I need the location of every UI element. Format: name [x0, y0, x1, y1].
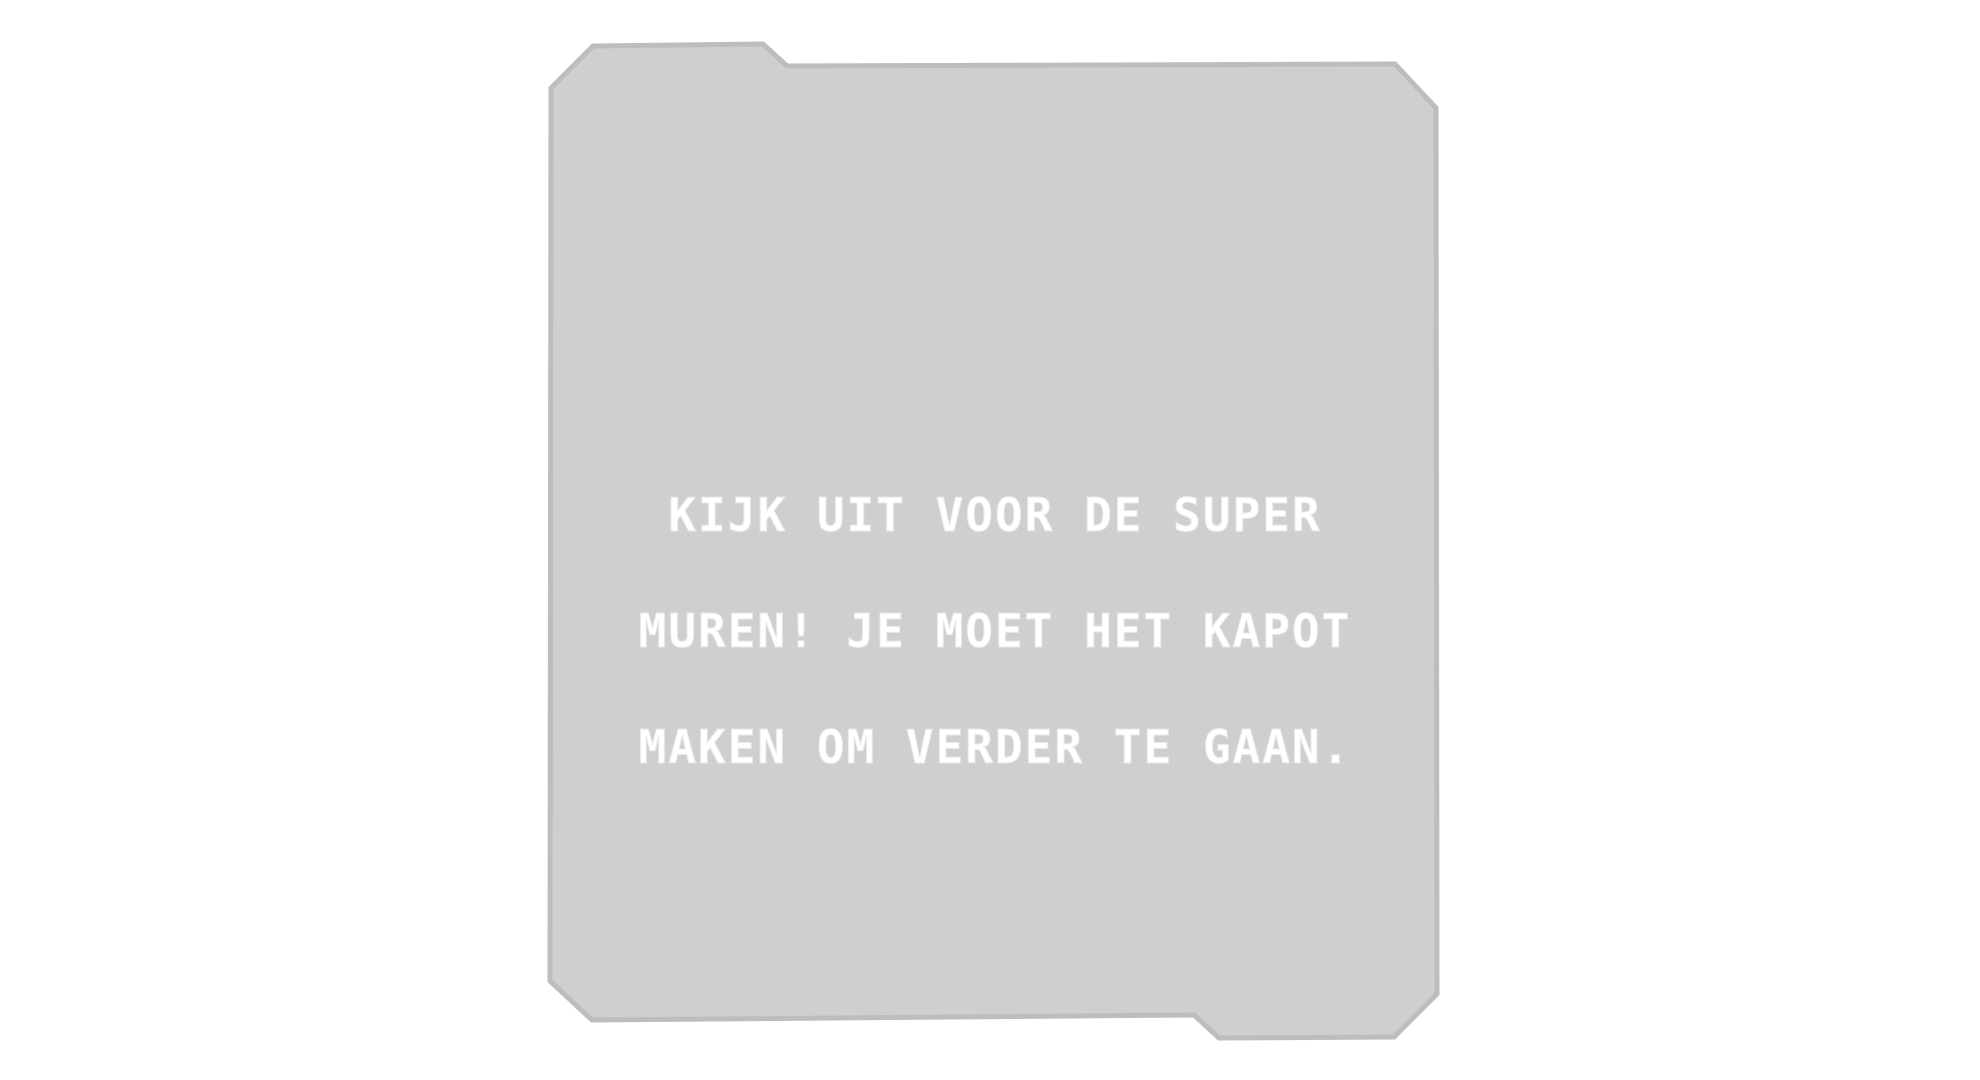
dialog-message-line: KIJK UIT VOOR DE SUPER — [668, 488, 1322, 543]
dialog-message-line: MUREN! JE MOET HET KAPOT — [638, 604, 1352, 659]
dialog-message-line: MAKEN OM VERDER TE GAAN. — [638, 720, 1352, 775]
dialog-message: KIJK UIT VOOR DE SUPER MUREN! JE MOET HE… — [560, 428, 1430, 834]
game-screen: KIJK UIT VOOR DE SUPER MUREN! JE MOET HE… — [0, 0, 1980, 1080]
